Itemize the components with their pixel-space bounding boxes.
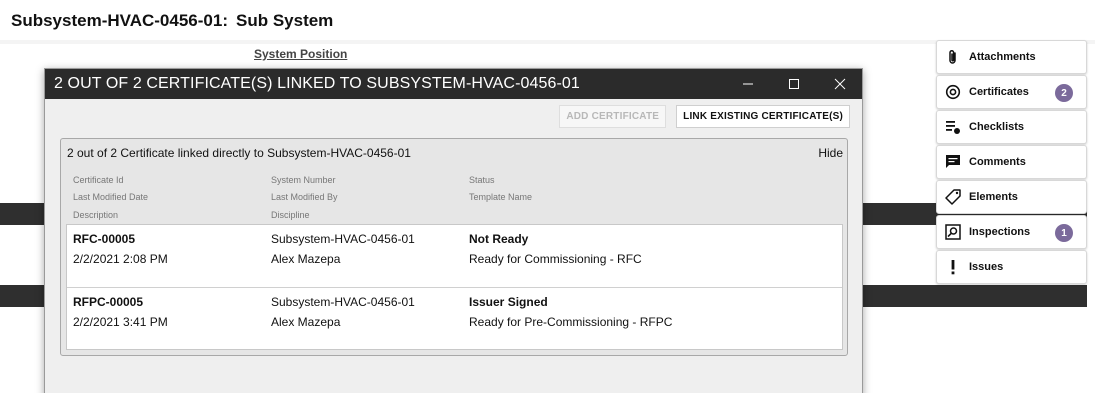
- inspection-icon: [945, 224, 961, 240]
- certificate-id: RFPC-00005: [73, 295, 144, 309]
- checklist-icon: [945, 119, 961, 135]
- close-button[interactable]: [817, 69, 863, 99]
- side-panel: Attachments Certificates 2 Checklists Co…: [936, 40, 1087, 285]
- side-item-certificates[interactable]: Certificates 2: [936, 75, 1087, 109]
- certificates-count-badge: 2: [1055, 84, 1073, 102]
- system-number: Subsystem-HVAC-0456-01: [271, 295, 415, 309]
- page-title-id: Subsystem-HVAC-0456-01:: [11, 11, 228, 30]
- side-item-label: Checklists: [969, 121, 1025, 133]
- side-item-label: Elements: [969, 191, 1018, 203]
- column-header: Last Modified By: [271, 192, 338, 202]
- column-header: Template Name: [469, 192, 533, 202]
- minimize-icon: [743, 83, 753, 85]
- side-item-issues[interactable]: Issues: [936, 250, 1087, 284]
- side-item-label: Comments: [969, 156, 1026, 168]
- system-position-link[interactable]: System Position: [254, 47, 347, 61]
- exclamation-icon: [945, 259, 961, 275]
- side-item-attachments[interactable]: Attachments: [936, 40, 1087, 74]
- side-item-comments[interactable]: Comments: [936, 145, 1087, 179]
- column-header: Certificate Id: [73, 175, 124, 185]
- paperclip-icon: [945, 49, 961, 65]
- side-item-label: Attachments: [969, 51, 1036, 63]
- certificate-id: RFC-00005: [73, 232, 136, 246]
- side-item-checklists[interactable]: Checklists: [936, 110, 1087, 144]
- system-number: Subsystem-HVAC-0456-01: [271, 232, 415, 246]
- dialog-toolbar: ADD CERTIFICATE LINK EXISTING CERTIFICAT…: [559, 105, 850, 128]
- link-existing-certificates-button[interactable]: LINK EXISTING CERTIFICATE(S): [676, 105, 850, 128]
- inspections-count-badge: 1: [1055, 224, 1073, 242]
- side-item-elements[interactable]: Elements: [936, 180, 1087, 214]
- maximize-icon: [789, 79, 799, 89]
- column-header: Status: [469, 175, 495, 185]
- last-modified-by: Alex Mazepa: [271, 252, 341, 266]
- minimize-button[interactable]: [725, 69, 771, 99]
- certificates-dialog: 2 OUT OF 2 CERTIFICATE(S) LINKED TO SUBS…: [44, 68, 863, 393]
- certificate-card[interactable]: RFPC-00005 2/2/2021 3:41 PM Subsystem-HV…: [67, 287, 842, 349]
- side-item-inspections[interactable]: Inspections 1: [936, 215, 1087, 249]
- tag-icon: [945, 189, 961, 205]
- dialog-title: 2 OUT OF 2 CERTIFICATE(S) LINKED TO SUBS…: [54, 75, 580, 92]
- certificate-list: RFC-00005 2/2/2021 2:08 PM Subsystem-HVA…: [66, 224, 843, 350]
- column-header: Description: [73, 210, 119, 220]
- close-icon: [834, 78, 846, 90]
- page-title: Subsystem-HVAC-0456-01: Sub System: [11, 11, 333, 31]
- hide-link[interactable]: Hide: [818, 146, 843, 160]
- template-name: Ready for Commissioning - RFC: [469, 252, 642, 266]
- last-modified-by: Alex Mazepa: [271, 315, 341, 329]
- page-title-type: Sub System: [235, 11, 334, 30]
- header-divider: [0, 40, 1095, 44]
- page: Subsystem-HVAC-0456-01: Sub System System…: [0, 0, 1095, 393]
- last-modified-date: 2/2/2021 2:08 PM: [73, 252, 168, 266]
- maximize-button[interactable]: [771, 69, 817, 99]
- certificate-card[interactable]: RFC-00005 2/2/2021 2:08 PM Subsystem-HVA…: [67, 225, 842, 287]
- side-item-label: Issues: [969, 261, 1004, 273]
- dialog-titlebar: 2 OUT OF 2 CERTIFICATE(S) LINKED TO SUBS…: [45, 69, 862, 99]
- group-title: 2 out of 2 Certificate linked directly t…: [67, 146, 411, 160]
- add-certificate-button[interactable]: ADD CERTIFICATE: [559, 105, 667, 128]
- certificate-status: Issuer Signed: [469, 295, 548, 309]
- template-name: Ready for Pre-Commissioning - RFPC: [469, 315, 673, 329]
- column-header: Last Modified Date: [73, 192, 149, 202]
- last-modified-date: 2/2/2021 3:41 PM: [73, 315, 168, 329]
- side-item-label: Certificates: [969, 86, 1029, 98]
- certificate-icon: [945, 84, 961, 100]
- column-header: Discipline: [271, 210, 310, 220]
- comment-icon: [945, 154, 961, 170]
- certificate-group: 2 out of 2 Certificate linked directly t…: [60, 138, 848, 356]
- side-item-label: Inspections: [969, 226, 1031, 238]
- certificate-status: Not Ready: [469, 232, 529, 246]
- column-header: System Number: [271, 175, 336, 185]
